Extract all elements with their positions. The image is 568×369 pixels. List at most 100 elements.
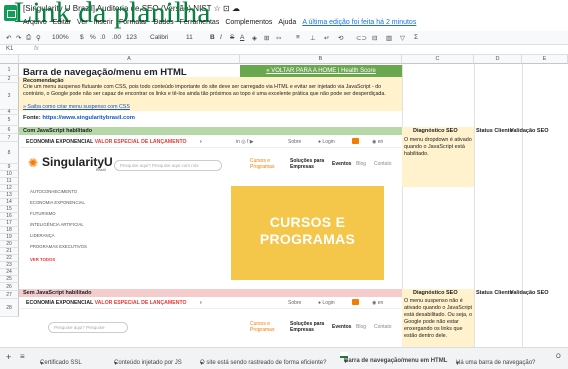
fonte-cell[interactable]: Fonte: https://www.singularitybrasil.com — [23, 115, 135, 121]
decrease-decimal-button[interactable]: .0 — [100, 34, 105, 41]
row-header-19[interactable]: 19 — [0, 234, 19, 241]
row-header-18[interactable]: 18 — [0, 227, 19, 234]
menu-ver[interactable]: Ver — [77, 19, 88, 26]
user-icon: ● — [318, 139, 322, 145]
row-header-15[interactable]: 15 — [0, 206, 19, 213]
cart-icon — [352, 138, 359, 144]
borders-icon[interactable]: ⊞ — [264, 34, 269, 42]
menu-inserir[interactable]: Inserir — [94, 19, 113, 26]
move-icon[interactable]: ⊡ — [223, 4, 230, 13]
currency-button[interactable]: $ — [80, 34, 84, 41]
row-header-7[interactable]: 7 — [0, 134, 19, 142]
rotate-icon[interactable]: ⟲ — [338, 34, 343, 42]
row-header-1[interactable]: 1 — [0, 64, 19, 76]
comment-icon[interactable]: ⊟ — [372, 34, 377, 42]
font-size-select[interactable]: 11 — [186, 34, 193, 41]
name-box[interactable]: K1 — [6, 46, 13, 52]
site-screenshot-nojs: ECONOMIA EXPONENCIAL VALOR ESPECIAL DE L… — [20, 297, 401, 347]
row-header-16[interactable]: 16 — [0, 213, 19, 220]
sheet-tabs-bar: + ≡ Certificado SSL ▾ Conteúdo injetado … — [0, 347, 568, 369]
add-sheet-icon[interactable]: + — [6, 352, 11, 362]
tab-more[interactable]: O — [556, 354, 561, 360]
row-header-22[interactable]: 22 — [0, 255, 19, 262]
select-all-corner[interactable] — [0, 55, 19, 64]
how-to-link[interactable]: » Saiba como criar menu suspenso com CSS — [23, 104, 130, 110]
site-nav-contato: Contato — [374, 161, 392, 167]
row-header-27[interactable]: 27 — [0, 291, 19, 299]
column-header-e[interactable]: E — [522, 55, 568, 64]
wrap-icon[interactable]: ↵ — [324, 34, 329, 42]
row-header-8[interactable]: 8 — [0, 142, 19, 164]
print-icon[interactable]: ⎙ — [26, 34, 31, 42]
row-header-12[interactable]: 12 — [0, 185, 19, 192]
percent-button[interactable]: % — [90, 34, 96, 41]
site-search: Pesquise aqui? Pesquise aqui com nós — [114, 160, 222, 171]
menu-ajuda[interactable]: Ajuda — [278, 19, 296, 26]
row-header-28[interactable]: 28 — [0, 299, 19, 317]
valign-icon[interactable]: ⊥ — [310, 34, 316, 42]
row-header-9[interactable]: 9 — [0, 164, 19, 171]
italic-button[interactable]: I — [220, 34, 222, 41]
column-header-d[interactable]: D — [474, 55, 522, 64]
formula-input[interactable] — [46, 46, 566, 54]
undo-icon[interactable]: ↶ — [6, 34, 11, 42]
row-header-5[interactable]: 5 — [0, 115, 19, 126]
row-header-17[interactable]: 17 — [0, 220, 19, 227]
site-divider — [20, 147, 401, 148]
menu-complementos[interactable]: Complementos — [225, 19, 272, 26]
row-header-6[interactable]: 6 — [0, 126, 19, 134]
increase-decimal-button[interactable]: .00 — [112, 34, 121, 41]
section-js-enabled-label: Com JavaScript habilitado — [23, 128, 93, 134]
row-header-11[interactable]: 11 — [0, 178, 19, 185]
row-header-23[interactable]: 23 — [0, 262, 19, 269]
site2-topbar: ECONOMIA EXPONENCIAL VALOR ESPECIAL DE L… — [26, 300, 187, 306]
filter-icon[interactable]: ▽ — [400, 34, 405, 42]
column-header-c[interactable]: C — [402, 55, 474, 64]
site-lang: ◉ en — [372, 139, 384, 145]
functions-button[interactable]: Σ — [414, 34, 418, 41]
align-icon[interactable]: ≡ — [296, 34, 300, 41]
row-header-20[interactable]: 20 — [0, 241, 19, 248]
strikethrough-button[interactable]: S — [230, 34, 234, 41]
row-header-13[interactable]: 13 — [0, 192, 19, 199]
row-header-21[interactable]: 21 — [0, 248, 19, 255]
row-header-2[interactable]: 2 — [0, 76, 19, 83]
diag-text-1: O menu dropdown é ativado quando o JavaS… — [404, 137, 472, 157]
format-select[interactable]: 123 — [126, 34, 137, 41]
last-edit-link[interactable]: A última edição foi feita há 2 minutos — [302, 19, 416, 26]
fill-color-icon[interactable]: ◈ — [252, 34, 257, 42]
menu-arquivo[interactable]: Arquivo — [23, 19, 47, 26]
row-header-10[interactable]: 10 — [0, 171, 19, 178]
back-home-link[interactable]: « VOLTAR PARA A HOME | Health Score — [240, 65, 402, 77]
row-header-14[interactable]: 14 — [0, 199, 19, 206]
globe-icon: ◉ — [372, 139, 377, 145]
bold-button[interactable]: B — [210, 34, 215, 41]
site2-sobre: Sobre — [288, 300, 302, 306]
site-side-0: AUTOCONHECIMENTO — [30, 189, 78, 194]
column-header-b[interactable]: B — [240, 55, 402, 64]
menu-editar[interactable]: Editar — [53, 19, 71, 26]
merge-icon[interactable]: ⇿ — [276, 34, 281, 42]
row-header-24[interactable]: 24 — [0, 269, 19, 276]
menu-ferramentas[interactable]: Ferramentas — [180, 19, 220, 26]
font-select[interactable]: Calibri — [150, 34, 168, 41]
all-sheets-icon[interactable]: ≡ — [20, 352, 25, 361]
star-icon[interactable]: ☆ — [214, 4, 221, 13]
row-header-26[interactable]: 26 — [0, 283, 19, 291]
fonte-link[interactable]: https://www.singularitybrasil.com — [42, 115, 135, 121]
row-header-3[interactable]: 3 — [0, 83, 19, 110]
menu-dados[interactable]: Dados — [153, 19, 173, 26]
column-header-a[interactable]: A — [19, 55, 240, 64]
redo-icon[interactable]: ↷ — [16, 34, 21, 42]
row-header-25[interactable]: 25 — [0, 276, 19, 283]
menu-bar: Arquivo Editar Ver Inserir Formatar Dados Ferr… — [23, 19, 422, 26]
text-color-button[interactable]: A — [240, 34, 244, 41]
paint-format-icon[interactable]: ⚲ — [36, 34, 41, 42]
site2-login: ● Login — [318, 300, 335, 306]
chart-icon[interactable]: ▥ — [386, 34, 392, 42]
tab-barra-navegacao[interactable]: Barra de navegação/menu em HTML ▾ — [340, 352, 447, 365]
zoom-select[interactable]: 100% — [52, 34, 69, 41]
link-icon[interactable]: ⊂⊃ — [356, 34, 367, 42]
menu-formatar[interactable]: Formatar — [119, 19, 147, 26]
site-login: ● Login — [318, 139, 335, 145]
